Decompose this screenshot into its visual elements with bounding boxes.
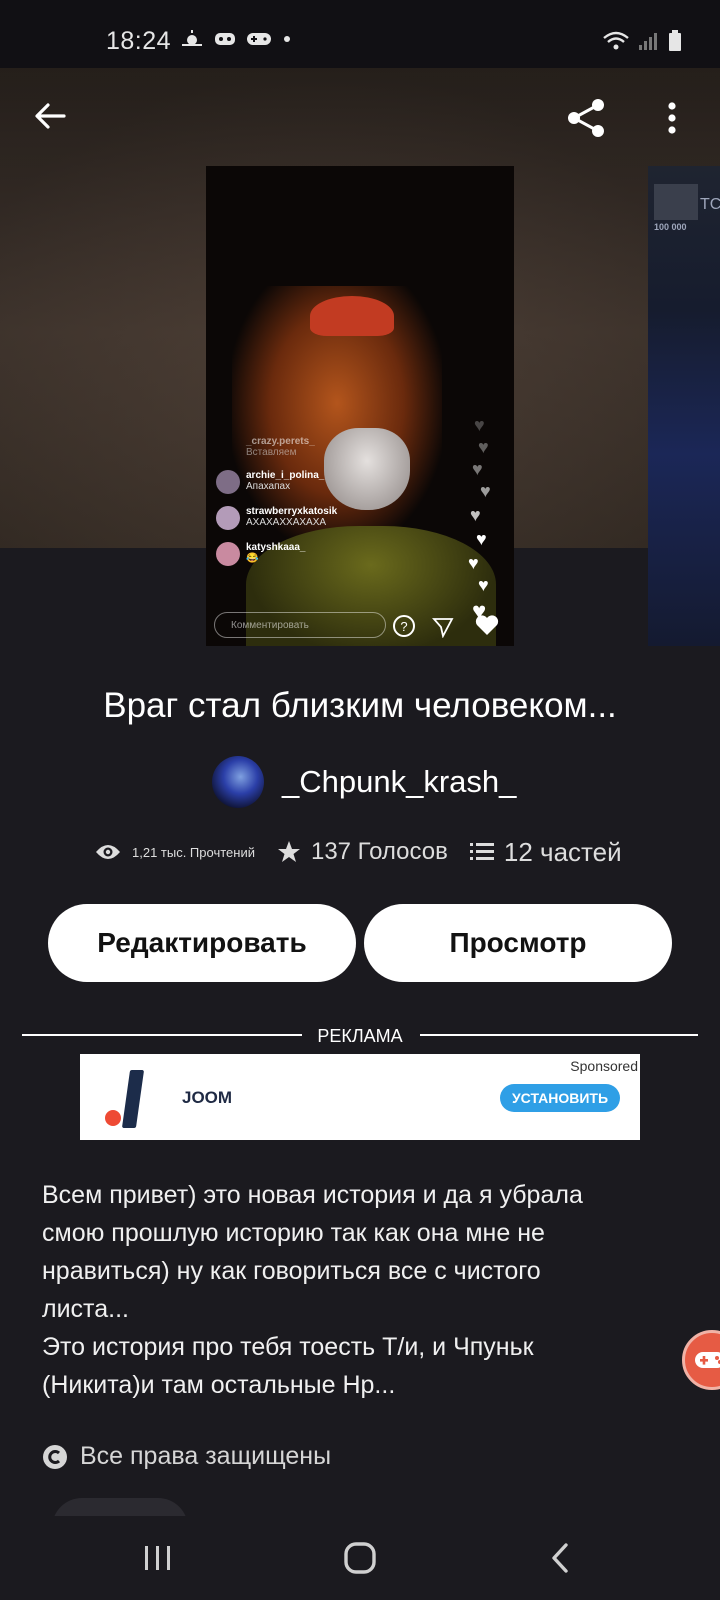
description-line: Всем привет) это новая история и да я уб… bbox=[42, 1181, 583, 1209]
back-button[interactable] bbox=[26, 92, 74, 140]
votes-stat: 137 Голосов bbox=[277, 838, 448, 866]
heart-icon: ♥ bbox=[472, 459, 483, 479]
game-launcher-button[interactable] bbox=[682, 1330, 720, 1390]
more-options-button[interactable] bbox=[650, 92, 694, 144]
chat-avatar bbox=[216, 470, 240, 494]
cover-hat bbox=[310, 296, 394, 336]
discord-icon bbox=[215, 33, 235, 45]
question-icon: ? bbox=[393, 615, 415, 637]
system-nav-bar bbox=[0, 1516, 720, 1600]
description-line: (Никита)и там остальные Нр... bbox=[42, 1371, 396, 1399]
description-line: нравиться) ну как говориться все с чисто… bbox=[42, 1257, 541, 1285]
weather-icon bbox=[182, 30, 202, 46]
next-story-cover[interactable]: TC 100 000 bbox=[648, 166, 720, 646]
battery-icon bbox=[669, 30, 681, 51]
heart-icon: ♥ bbox=[480, 481, 491, 501]
heart-icon: ♥ bbox=[474, 415, 485, 435]
chat-avatar bbox=[216, 542, 240, 566]
author-row[interactable]: _Chpunk_krash_ bbox=[212, 754, 516, 810]
chat-avatar bbox=[216, 506, 240, 530]
reads-stat: 1,21 тыс. Прочтений bbox=[94, 842, 255, 862]
story-description[interactable]: Всем привет) это новая история и да я уб… bbox=[42, 1176, 682, 1404]
author-name[interactable]: _Chpunk_krash_ bbox=[282, 764, 516, 800]
heart-icon: ♥ bbox=[470, 505, 481, 525]
ad-card[interactable]: Sponsored JOOM УСТАНОВИТЬ bbox=[80, 1054, 640, 1140]
story-title: Враг стал близким человеком... bbox=[103, 686, 617, 725]
status-time: 18:24 bbox=[106, 27, 172, 55]
more-vertical-icon bbox=[668, 102, 676, 134]
status-bar: 18:24 bbox=[0, 0, 720, 68]
heart-icon: ♥ bbox=[478, 575, 489, 595]
home-button[interactable] bbox=[330, 1538, 390, 1578]
heart-icon: ♥ bbox=[476, 529, 487, 549]
wifi-icon bbox=[603, 31, 629, 50]
story-cover[interactable]: _crazy.perets_ Вставляем archie_i_polina… bbox=[206, 166, 514, 646]
heart-icon: ♥ bbox=[468, 553, 479, 573]
dot-icon bbox=[284, 36, 290, 42]
share-icon bbox=[568, 99, 604, 137]
description-line: смою прошлую историю так как она мне не bbox=[42, 1219, 545, 1247]
cover-comment-field: Комментировать bbox=[214, 612, 386, 638]
list-icon bbox=[469, 843, 494, 860]
ad-label: РЕКЛАМА bbox=[317, 1026, 403, 1046]
view-button[interactable]: Просмотр bbox=[364, 904, 672, 982]
gamepad-icon bbox=[695, 1352, 720, 1368]
parts-stat[interactable]: 12 частей bbox=[469, 837, 622, 868]
chat-message: katyshkaaa_ 😂 bbox=[216, 542, 416, 566]
chat-message: strawberryxkatosik АХАХАХХАХАХА bbox=[216, 506, 416, 530]
nav-back-button[interactable] bbox=[530, 1538, 590, 1578]
nav-back-icon bbox=[552, 1543, 568, 1573]
home-icon bbox=[344, 1542, 376, 1574]
signal-icon bbox=[639, 33, 657, 50]
copyright-row: Все права защищены bbox=[42, 1442, 331, 1471]
chat-message: archie_i_polina_ Апахапах bbox=[216, 470, 416, 494]
recent-apps-button[interactable] bbox=[128, 1538, 188, 1578]
description-line: листа... bbox=[42, 1295, 129, 1323]
status-notification-icons bbox=[180, 30, 292, 48]
svg-text:?: ? bbox=[400, 619, 407, 634]
cover-hearts: ♥ ♥ ♥ ♥ ♥ ♥ ♥ ♥ ♥ bbox=[464, 416, 504, 636]
story-stats: 1,21 тыс. Прочтений 137 Голосов 12 часте… bbox=[94, 832, 622, 872]
cover-chat: _crazy.perets_ Вставляем archie_i_polina… bbox=[216, 436, 416, 578]
author-avatar[interactable] bbox=[212, 756, 264, 808]
description-line: Это история про тебя тоесть Т/и, и Чпунь… bbox=[42, 1333, 534, 1361]
share-button[interactable] bbox=[560, 92, 612, 144]
send-icon bbox=[432, 618, 454, 638]
recent-apps-icon bbox=[145, 1546, 170, 1570]
heart-outline-icon bbox=[475, 615, 499, 635]
status-system-icons bbox=[602, 30, 682, 52]
gamepad-status-icon bbox=[247, 33, 271, 45]
ad-brand: JOOM bbox=[182, 1088, 233, 1107]
edit-button[interactable]: Редактировать bbox=[48, 904, 356, 982]
eye-icon bbox=[96, 845, 120, 859]
ad-install-button[interactable]: УСТАНОВИТЬ bbox=[500, 1084, 620, 1112]
copyright-icon bbox=[43, 1444, 67, 1469]
chat-message: _crazy.perets_ Вставляем bbox=[246, 436, 315, 458]
ad-sponsored: Sponsored bbox=[570, 1058, 638, 1074]
back-arrow-icon bbox=[35, 103, 66, 129]
star-icon bbox=[277, 841, 300, 862]
heart-icon: ♥ bbox=[478, 437, 489, 457]
